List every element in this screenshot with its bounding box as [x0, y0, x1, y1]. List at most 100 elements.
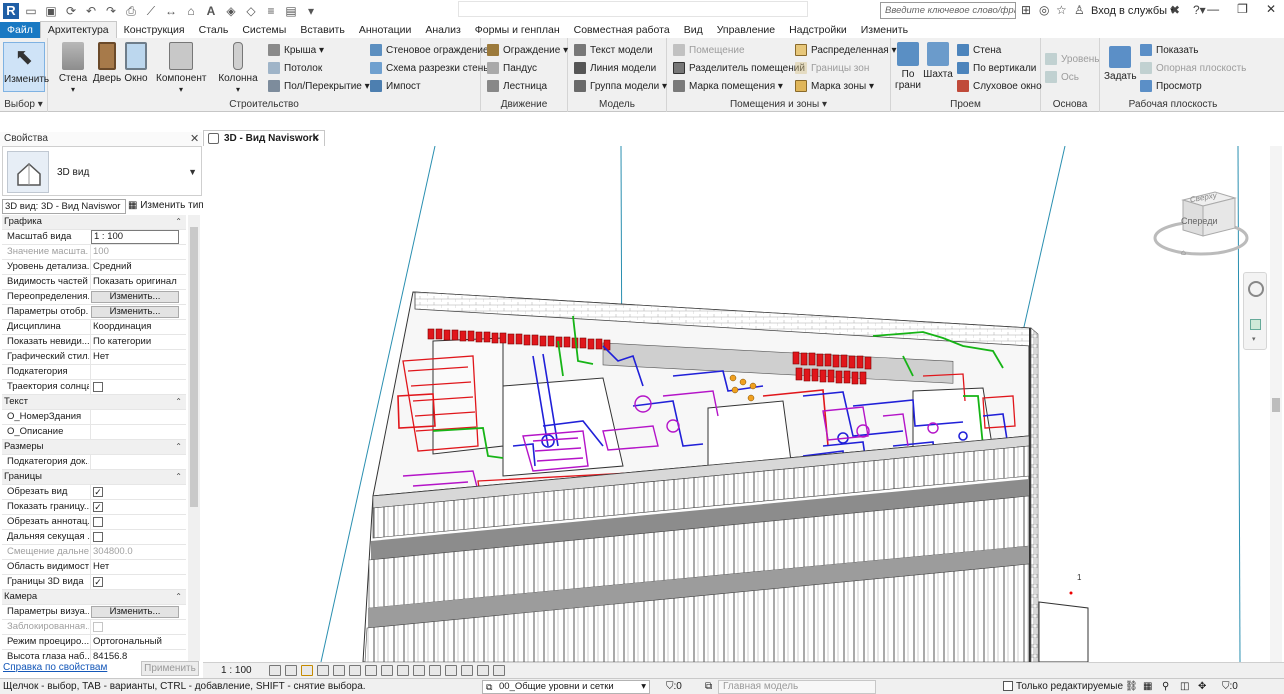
tab-9[interactable]: Совместная работа: [567, 22, 677, 38]
property-value[interactable]: [90, 455, 184, 469]
property-group[interactable]: Графика ⌃: [2, 215, 186, 230]
help-icon[interactable]: ?▾: [1193, 3, 1206, 17]
reveal-hidden-icon[interactable]: [413, 665, 425, 676]
view-tab[interactable]: 3D - Вид Naviswork ✕: [203, 130, 325, 146]
print-icon[interactable]: ⎙: [123, 3, 139, 19]
ramp-button[interactable]: Пандус: [487, 61, 537, 75]
property-value[interactable]: [90, 410, 184, 424]
property-group[interactable]: Текст ⌃: [2, 395, 186, 410]
nav-dropdown-icon[interactable]: ▾: [1252, 335, 1256, 343]
property-value[interactable]: Ортогональный: [90, 635, 184, 649]
panel-room-area-label[interactable]: Помещения и зоны ▾: [667, 99, 890, 110]
property-checkbox[interactable]: ✓: [93, 577, 103, 587]
roof-button[interactable]: Крыша ▾: [268, 43, 324, 57]
tab-4[interactable]: Системы: [235, 22, 293, 38]
wall-opening-button[interactable]: Стена: [957, 43, 1001, 57]
tab-8[interactable]: Формы и генплан: [468, 22, 567, 38]
detail-level-icon[interactable]: [269, 665, 281, 676]
view-scale[interactable]: 1 : 100: [221, 665, 265, 676]
shadows-icon[interactable]: [317, 665, 329, 676]
type-selector[interactable]: 3D вид ▼: [2, 146, 202, 196]
door-button[interactable]: Дверь: [92, 42, 122, 84]
properties-help-link[interactable]: Справка по свойствам: [3, 662, 107, 673]
collapse-icon[interactable]: ⌃: [175, 590, 182, 604]
area-boundary-button[interactable]: Границы зон: [795, 61, 869, 75]
collapse-icon[interactable]: ⌃: [175, 470, 182, 484]
viewer-button[interactable]: Просмотр: [1140, 79, 1202, 93]
property-value[interactable]: 84156.8: [90, 650, 184, 661]
apply-button[interactable]: Применить: [141, 661, 199, 676]
revit-logo-icon[interactable]: R: [3, 3, 19, 19]
model-line-button[interactable]: Линия модели: [574, 61, 656, 75]
scrollbar-thumb[interactable]: [1272, 398, 1280, 412]
measure-icon[interactable]: ⟋: [143, 3, 159, 19]
exchange-icon[interactable]: ✖: [1170, 3, 1180, 17]
tab-7[interactable]: Анализ: [418, 22, 467, 38]
model-text-button[interactable]: Текст модели: [574, 43, 653, 57]
tab-1[interactable]: Архитектура: [39, 21, 117, 38]
open-icon[interactable]: ▭: [23, 3, 39, 19]
rendering-icon[interactable]: [333, 665, 345, 676]
filter-icon[interactable]: ⛉: [666, 681, 674, 692]
instance-selector[interactable]: 3D вид: 3D - Вид Naviswor: [2, 199, 126, 214]
communication-icon[interactable]: ◎: [1039, 3, 1049, 17]
property-value[interactable]: Нет: [90, 350, 184, 364]
visual-style-icon[interactable]: [285, 665, 297, 676]
vertical-opening-button[interactable]: По вертикали: [957, 61, 1036, 75]
property-group[interactable]: Размеры ⌃: [2, 440, 186, 455]
workset-selector[interactable]: ⧉ 00_Общие уровни и сетки ▾: [482, 680, 650, 694]
sun-path-icon[interactable]: [301, 665, 313, 676]
by-face-button[interactable]: По грани: [895, 42, 921, 91]
temp-hide-icon[interactable]: [397, 665, 409, 676]
property-value[interactable]: Показать оригинал: [90, 275, 184, 289]
editable-only-toggle[interactable]: Только редактируемые: [1003, 679, 1123, 694]
3d-view-icon[interactable]: ◈: [223, 3, 239, 19]
floor-button[interactable]: Пол/Перекрытие ▾: [268, 79, 370, 93]
property-value[interactable]: [90, 425, 184, 439]
highlight-displacement-icon[interactable]: [477, 665, 489, 676]
property-value[interactable]: По категории: [90, 335, 184, 349]
tab-10[interactable]: Вид: [677, 22, 710, 38]
viewcube[interactable]: Сверху Спереди ⌂: [1153, 186, 1253, 266]
design-option-selector[interactable]: Главная модель: [718, 680, 876, 694]
show-workplane-button[interactable]: Показать: [1140, 43, 1199, 57]
model-group-button[interactable]: Группа модели ▾: [574, 79, 667, 93]
design-options-icon[interactable]: ⧉: [705, 679, 712, 694]
worksharing-icon[interactable]: [429, 665, 441, 676]
collapse-icon[interactable]: ⌃: [175, 440, 182, 454]
editable-only-checkbox[interactable]: [1003, 681, 1013, 692]
stair-button[interactable]: Лестница: [487, 79, 547, 93]
thin-lines-icon[interactable]: ≡: [263, 3, 279, 19]
tab-12[interactable]: Надстройки: [782, 22, 854, 38]
switch-windows-icon[interactable]: ▾: [303, 3, 319, 19]
scrollbar-thumb[interactable]: [190, 227, 198, 507]
curtain-grid-button[interactable]: Схема разрезки стены: [370, 61, 490, 75]
edit-property-button[interactable]: Изменить...: [91, 306, 179, 318]
minimize-icon[interactable]: —: [1207, 2, 1219, 16]
collapse-icon[interactable]: ⌃: [175, 215, 182, 229]
tab-2[interactable]: Конструкция: [117, 22, 192, 38]
mullion-button[interactable]: Импост: [370, 79, 421, 93]
restore-icon[interactable]: ❐: [1237, 2, 1248, 16]
shaft-button[interactable]: Шахта: [923, 42, 953, 80]
edit-type-button[interactable]: ▦ Изменить тип: [128, 200, 204, 211]
property-value[interactable]: Нет: [90, 560, 184, 574]
property-value[interactable]: Средний: [90, 260, 184, 274]
panel-select-label[interactable]: Выбор ▾: [0, 99, 47, 110]
property-group[interactable]: Границы ⌃: [2, 470, 186, 485]
reveal-constraints-icon[interactable]: [493, 665, 505, 676]
property-value[interactable]: [90, 365, 184, 379]
drag-elements-icon[interactable]: ✥: [1198, 679, 1206, 694]
temp-view-props-icon[interactable]: [445, 665, 457, 676]
area-button[interactable]: Распределенная ▾: [795, 43, 897, 57]
property-checkbox[interactable]: [93, 517, 103, 527]
3d-viewport[interactable]: 1 Сверху Спереди ⌂: [203, 146, 1270, 662]
edit-property-button[interactable]: Изменить...: [91, 606, 179, 618]
column-button[interactable]: Колонна ▾: [218, 42, 258, 95]
select-links-icon[interactable]: ⛓: [1125, 679, 1138, 694]
property-checkbox[interactable]: ✓: [93, 502, 103, 512]
tag-area-button[interactable]: Марка зоны ▾: [795, 79, 874, 93]
binoculars-icon[interactable]: ⊞: [1021, 3, 1031, 17]
select-by-face-icon[interactable]: ◫: [1180, 679, 1189, 694]
zoom-icon[interactable]: [1250, 319, 1261, 330]
